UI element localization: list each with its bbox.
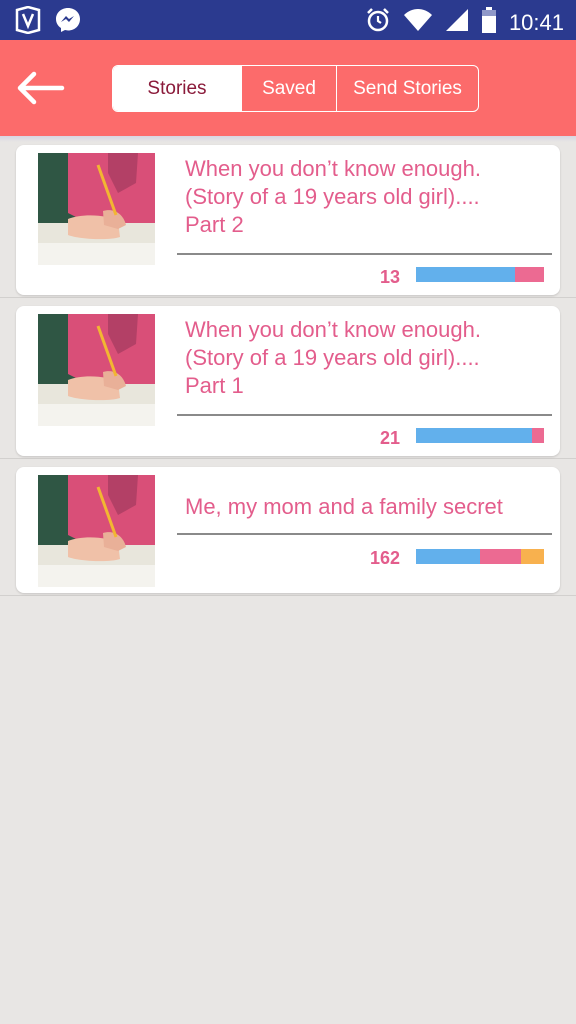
clock-time: 10:41 (508, 9, 564, 35)
list-item: Me, my mom and a family secret 162 (0, 459, 576, 596)
story-title-line: (Story of a 19 years old girl).... (185, 345, 480, 370)
story-card-1[interactable]: When you don’t know enough. (Story of a … (16, 145, 560, 295)
story-thumbnail (38, 475, 155, 587)
header-shadow (0, 136, 576, 142)
tab-bar: Stories Saved Send Stories (112, 65, 479, 112)
story-title: When you don’t know enough. (Story of a … (185, 316, 545, 400)
story-title-line: When you don’t know enough. (185, 156, 481, 181)
story-title-line: When you don’t know enough. (185, 317, 481, 342)
list-item: When you don’t know enough. (Story of a … (0, 298, 576, 459)
story-thumbnail (38, 314, 155, 426)
story-title: Me, my mom and a family secret (185, 493, 545, 521)
tab-saved[interactable]: Saved (241, 66, 336, 111)
story-card-2[interactable]: When you don’t know enough. (Story of a … (16, 306, 560, 456)
rating-bar-pink (480, 549, 521, 564)
view-count: 162 (369, 548, 400, 568)
arrow-left-icon (14, 71, 66, 112)
rating-bar-orange (520, 549, 544, 564)
signal-icon (445, 7, 469, 38)
story-title: When you don’t know enough. (Story of a … (185, 155, 545, 239)
status-bar: 10:41 (0, 0, 576, 40)
view-count: 21 (379, 428, 400, 448)
rating-bar-pink (532, 428, 544, 443)
story-title-line: Part 1 (185, 373, 244, 398)
back-button[interactable] (14, 68, 66, 108)
messenger-icon (54, 6, 82, 39)
tab-send-stories[interactable]: Send Stories (336, 66, 478, 111)
app-header: Stories Saved Send Stories (0, 40, 576, 136)
divider (177, 253, 552, 255)
rating-bar (416, 549, 544, 564)
wifi-icon (403, 7, 433, 38)
story-card-3[interactable]: Me, my mom and a family secret 162 (16, 467, 560, 593)
rating-bar-blue (416, 267, 515, 282)
shield-app-icon (14, 5, 42, 39)
battery-icon (481, 6, 497, 39)
rating-bar-blue (416, 549, 480, 564)
story-title-line: Me, my mom and a family secret (185, 494, 503, 519)
divider (177, 414, 552, 416)
story-title-line: (Story of a 19 years old girl).... (185, 184, 480, 209)
divider (177, 533, 552, 535)
view-count: 13 (379, 267, 400, 287)
rating-bar (416, 428, 544, 443)
rating-bar-pink (514, 267, 544, 282)
story-title-line: Part 2 (185, 212, 244, 237)
list-item: When you don’t know enough. (Story of a … (0, 145, 576, 298)
rating-bar-blue (416, 428, 533, 443)
story-thumbnail (38, 153, 155, 265)
tab-stories[interactable]: Stories (113, 66, 241, 111)
story-list: When you don’t know enough. (Story of a … (0, 145, 576, 596)
alarm-icon (365, 7, 391, 38)
rating-bar (416, 267, 544, 282)
